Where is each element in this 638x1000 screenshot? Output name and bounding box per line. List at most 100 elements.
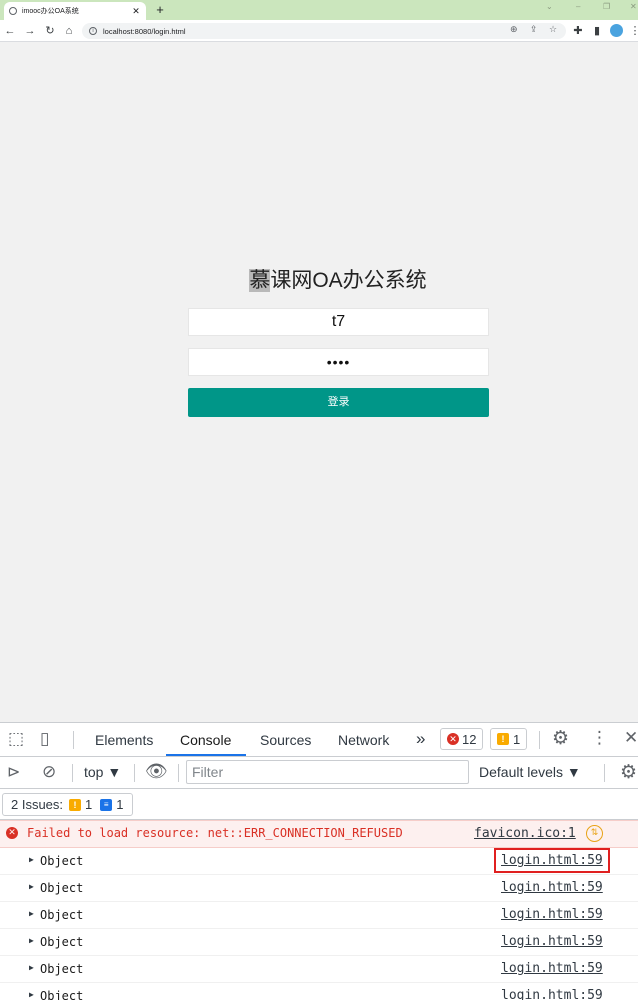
browser-toolbar: ← → ↻ ⌂ i localhost:8080/login.html ⊕ ⇪ …: [0, 20, 638, 42]
issues-button[interactable]: 2 Issues: ! 1 ≡ 1: [2, 793, 133, 816]
issues-bar: 2 Issues: ! 1 ≡ 1: [0, 789, 638, 820]
console-settings-icon[interactable]: ⚙: [620, 761, 637, 784]
log-source-link[interactable]: login.html:59: [501, 880, 603, 895]
warning-icon: !: [497, 733, 509, 745]
forward-icon[interactable]: →: [23, 24, 37, 38]
log-object[interactable]: Object: [40, 854, 83, 868]
separator: [73, 731, 74, 749]
tab-sources[interactable]: Sources: [260, 732, 311, 748]
warning-icon: !: [69, 798, 82, 811]
log-object[interactable]: Object: [40, 962, 83, 976]
log-source-link[interactable]: login.html:59: [501, 961, 603, 976]
log-source-link[interactable]: login.html:59: [501, 988, 603, 1000]
levels-value: Default levels: [479, 764, 564, 780]
tab-network[interactable]: Network: [338, 732, 389, 748]
console-log-row: ▶ Object login.html:59: [0, 848, 638, 875]
profile-avatar[interactable]: [610, 24, 623, 37]
login-title: 慕课网OA办公系统: [0, 264, 638, 294]
log-source-link[interactable]: login.html:59: [501, 934, 603, 949]
menu-icon[interactable]: ⋮: [628, 24, 638, 38]
side-panel-icon[interactable]: ▮: [590, 24, 604, 38]
log-object[interactable]: Object: [40, 989, 83, 1000]
sidebar-toggle-icon[interactable]: ⊳: [7, 762, 20, 782]
tab-console[interactable]: Console: [180, 732, 231, 748]
expand-triangle-icon[interactable]: ▶: [29, 990, 34, 999]
error-source-link[interactable]: favicon.ico:1: [474, 826, 576, 841]
expand-triangle-icon[interactable]: ▶: [29, 909, 34, 918]
expand-triangle-icon[interactable]: ▶: [29, 963, 34, 972]
error-message: Failed to load resource: net::ERR_CONNEC…: [27, 826, 403, 840]
more-options-icon[interactable]: ⋮: [591, 728, 608, 748]
tab-elements[interactable]: Elements: [95, 732, 153, 748]
address-bar[interactable]: i localhost:8080/login.html ⊕ ⇪ ☆: [82, 23, 566, 39]
bookmark-star-icon[interactable]: ☆: [549, 24, 557, 35]
log-levels-dropdown[interactable]: Default levels ▼: [479, 764, 581, 780]
warning-count-badge[interactable]: ! 1: [490, 728, 528, 750]
settings-gear-icon[interactable]: ⚙: [552, 727, 569, 750]
selected-text: 慕: [249, 269, 271, 292]
log-object[interactable]: Object: [40, 881, 83, 895]
reload-icon[interactable]: ↻: [43, 24, 57, 38]
browser-tabbar: imooc办公OA系统 ✕ + ⌄ – ❐ ✕: [0, 0, 638, 20]
active-tab-indicator: [166, 754, 246, 756]
separator: [178, 764, 179, 782]
error-icon: ✕: [6, 827, 18, 839]
devtools-panel: ⬚ ▯ Elements Console Sources Network » ✕…: [0, 722, 638, 1000]
close-devtools-icon[interactable]: ✕: [624, 728, 638, 748]
password-input[interactable]: ••••: [188, 348, 489, 376]
error-count-badge[interactable]: ✕ 12: [440, 728, 484, 750]
tab-search-icon[interactable]: ⌄: [546, 2, 553, 11]
expand-triangle-icon[interactable]: ▶: [29, 882, 34, 891]
url-text: localhost:8080/login.html: [103, 26, 186, 36]
back-icon[interactable]: ←: [3, 24, 17, 38]
expand-triangle-icon[interactable]: ▶: [29, 936, 34, 945]
tab-title: imooc办公OA系统: [22, 8, 79, 15]
log-object[interactable]: Object: [40, 935, 83, 949]
separator: [539, 731, 540, 749]
clear-console-icon[interactable]: ⊘: [42, 762, 56, 782]
context-value: top: [84, 764, 104, 780]
issues-warning-count: 1: [85, 797, 93, 812]
live-expression-eye-icon[interactable]: 👁: [145, 761, 168, 782]
username-input[interactable]: t7: [188, 308, 489, 336]
site-info-icon[interactable]: i: [89, 27, 97, 35]
share-icon[interactable]: ⇪: [530, 24, 538, 35]
warning-count: 1: [513, 731, 521, 747]
title-text: 课网OA办公系统: [270, 269, 427, 292]
context-selector[interactable]: top ▼: [84, 764, 121, 780]
inspect-element-icon[interactable]: ⬚: [8, 729, 24, 749]
minimize-icon[interactable]: –: [576, 2, 580, 11]
restore-icon[interactable]: ❐: [603, 2, 610, 11]
device-toolbar-icon[interactable]: ▯: [40, 729, 49, 749]
console-log-row: ▶ Object login.html:59: [0, 875, 638, 902]
window-close-icon[interactable]: ✕: [630, 2, 637, 11]
tab-close-icon[interactable]: ✕: [131, 6, 141, 17]
log-source-link[interactable]: login.html:59: [494, 848, 610, 873]
new-tab-button[interactable]: +: [152, 2, 168, 18]
info-message-icon: ≡: [100, 798, 113, 811]
console-filter-input[interactable]: Filter: [186, 760, 469, 784]
expand-triangle-icon[interactable]: ▶: [29, 855, 34, 864]
console-log-row: ▶ Object login.html:59: [0, 956, 638, 983]
console-log-row: ▶ Object login.html:59: [0, 983, 638, 1000]
network-request-icon[interactable]: ⇅: [586, 825, 603, 842]
extensions-icon[interactable]: ✚: [571, 24, 585, 38]
separator: [72, 764, 73, 782]
login-button[interactable]: 登录: [188, 388, 489, 417]
globe-icon: [9, 7, 17, 15]
zoom-icon[interactable]: ⊕: [510, 24, 518, 35]
error-count: 12: [462, 731, 477, 747]
issues-label: 2 Issues:: [11, 797, 64, 812]
page-content: 慕课网OA办公系统 t7 •••• 登录: [0, 42, 638, 722]
devtools-tabbar: ⬚ ▯ Elements Console Sources Network » ✕…: [0, 723, 638, 757]
console-log-row: ▶ Object login.html:59: [0, 902, 638, 929]
console-log-row: ▶ Object login.html:59: [0, 929, 638, 956]
browser-tab[interactable]: imooc办公OA系统 ✕: [4, 2, 146, 20]
error-icon: ✕: [447, 733, 459, 745]
log-object[interactable]: Object: [40, 908, 83, 922]
more-tabs-icon[interactable]: »: [416, 729, 425, 749]
separator: [604, 764, 605, 782]
issues-info-count: 1: [116, 797, 124, 812]
log-source-link[interactable]: login.html:59: [501, 907, 603, 922]
home-icon[interactable]: ⌂: [62, 24, 76, 38]
